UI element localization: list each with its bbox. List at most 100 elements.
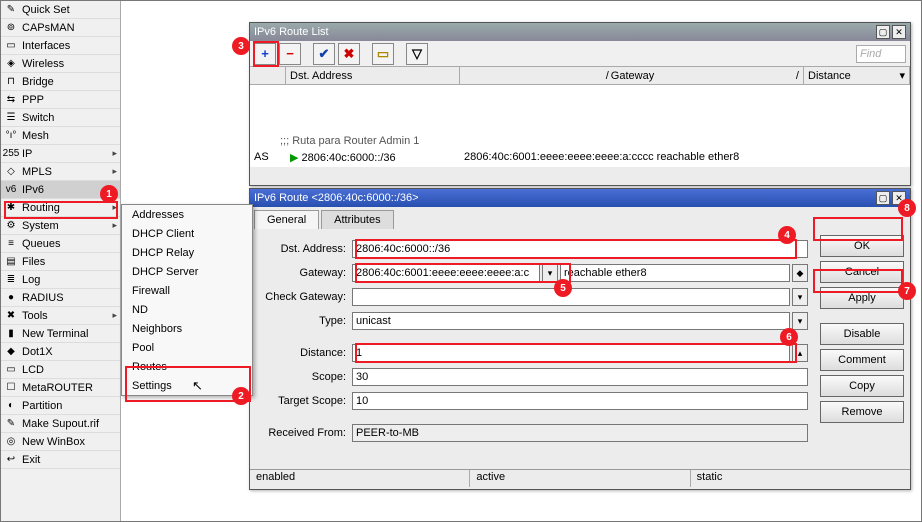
sidebar-item-mesh[interactable]: °ı°Mesh [1, 127, 120, 145]
sidebar-icon: ⚙ [4, 219, 18, 233]
route-detail-titlebar[interactable]: IPv6 Route <2806:40c:6000::/36> ▢ ✕ [250, 189, 910, 207]
ipv6-submenu: AddressesDHCP ClientDHCP RelayDHCP Serve… [121, 204, 253, 396]
dst-address-input[interactable]: 2806:40c:6000::/36 [352, 240, 808, 258]
sidebar-item-ppp[interactable]: ⇆ PPP [1, 91, 120, 109]
sidebar-item-label: IP [22, 148, 32, 160]
chevron-down-icon[interactable]: ▾ [792, 288, 808, 306]
gateway-input[interactable]: 2806:40c:6001:eeee:eeee:eeee:a:c [352, 264, 540, 282]
copy-button[interactable]: Copy [820, 375, 904, 397]
minimize-icon[interactable]: ▢ [876, 191, 890, 205]
comment-button[interactable]: ▭ [372, 43, 394, 65]
submenu-item-pool[interactable]: Pool [122, 338, 252, 357]
sidebar-item-system[interactable]: ⚙System▸ [1, 217, 120, 235]
sidebar-item-mpls[interactable]: ◇MPLS▸ [1, 163, 120, 181]
sidebar-item-radius[interactable]: ●RADIUS [1, 289, 120, 307]
ok-button[interactable]: OK [820, 235, 904, 257]
submenu-item-neighbors[interactable]: Neighbors [122, 319, 252, 338]
cancel-button[interactable]: Cancel [820, 261, 904, 283]
cursor-icon: ↖ [192, 378, 203, 394]
tab-attributes[interactable]: Attributes [321, 210, 393, 229]
sidebar-icon: ◎ [4, 435, 18, 449]
sidebar-item-label: Make Supout.rif [22, 418, 99, 430]
remove-button[interactable]: − [279, 43, 301, 65]
gateway-state: reachable ether8 [560, 264, 790, 282]
sidebar-item-label: MPLS [22, 166, 52, 178]
target-scope-input[interactable]: 10 [352, 392, 808, 410]
badge-3: 3 [232, 37, 250, 55]
add-button[interactable]: + [254, 43, 276, 65]
sidebar-item-routing[interactable]: ✱Routing▸ [1, 199, 120, 217]
sidebar-item-dot1x[interactable]: ◆Dot1X [1, 343, 120, 361]
route-list-toolbar: + − ✔ ✖ ▭ ▽ Find [250, 41, 910, 67]
sidebar-item-capsman[interactable]: ⊚CAPsMAN [1, 19, 120, 37]
sidebar-item-log[interactable]: ≣Log [1, 271, 120, 289]
comment-detail-button[interactable]: Comment [820, 349, 904, 371]
sidebar-item-label: Switch [22, 112, 54, 124]
find-input[interactable]: Find [856, 45, 906, 63]
spinner-up-icon[interactable]: ▴ [792, 344, 808, 362]
sidebar-icon: ◐ [4, 399, 18, 413]
sidebar-icon: ✱ [4, 201, 18, 215]
sidebar-item-queues[interactable]: ≡Queues [1, 235, 120, 253]
submenu-item-firewall[interactable]: Firewall [122, 281, 252, 300]
submenu-item-dhcp-server[interactable]: DHCP Server [122, 262, 252, 281]
apply-button[interactable]: Apply [820, 287, 904, 309]
sidebar-icon: v6 [4, 183, 18, 197]
sidebar-item-quick-set[interactable]: ✎Quick Set [1, 1, 120, 19]
type-input[interactable]: unicast [352, 312, 790, 330]
distance-input[interactable]: 1 [352, 344, 790, 362]
badge-6: 6 [780, 328, 798, 346]
grid-body[interactable]: ;;; Ruta para Router Admin 1 AS ▶2806:40… [250, 85, 910, 167]
sidebar-item-label: Mesh [22, 130, 49, 142]
minimize-icon[interactable]: ▢ [876, 25, 890, 39]
scope-input[interactable]: 30 [352, 368, 808, 386]
submenu-item-dhcp-relay[interactable]: DHCP Relay [122, 243, 252, 262]
sidebar-item-label: Wireless [22, 58, 64, 70]
sidebar-icon: ● [4, 291, 18, 305]
col-dst[interactable]: Dst. Address [286, 67, 460, 84]
sidebar-item-files[interactable]: ▤Files [1, 253, 120, 271]
sidebar-item-bridge[interactable]: ⊓Bridge [1, 73, 120, 91]
sidebar-item-label: PPP [22, 94, 44, 106]
gateway-spinner-icon[interactable]: ◆ [792, 264, 808, 282]
sidebar-item-label: Tools [22, 310, 48, 322]
status-active: active [470, 470, 690, 487]
sidebar-item-exit[interactable]: ↩Exit [1, 451, 120, 469]
sidebar-icon: ▤ [4, 255, 18, 269]
col-distance[interactable]: Distance▾ [804, 67, 910, 84]
sidebar-item-tools[interactable]: ✖Tools▸ [1, 307, 120, 325]
gateway-dropdown-icon[interactable]: ▾ [542, 264, 558, 282]
chevron-down-icon[interactable]: ▾ [792, 312, 808, 330]
badge-5: 5 [554, 279, 572, 297]
submenu-item-addresses[interactable]: Addresses [122, 205, 252, 224]
sidebar-item-switch[interactable]: ☰Switch [1, 109, 120, 127]
close-icon[interactable]: ✕ [892, 25, 906, 39]
sidebar-item-new-winbox[interactable]: ◎New WinBox [1, 433, 120, 451]
sidebar-item-metarouter[interactable]: ☐MetaROUTER [1, 379, 120, 397]
remove-detail-button[interactable]: Remove [820, 401, 904, 423]
sidebar-item-label: Log [22, 274, 40, 286]
disable-button[interactable]: ✖ [338, 43, 360, 65]
sidebar-icon: ▮ [4, 327, 18, 341]
sidebar-item-lcd[interactable]: ▭LCD [1, 361, 120, 379]
filter-button[interactable]: ▽ [406, 43, 428, 65]
row-flags: AS [250, 151, 286, 163]
sidebar-item-interfaces[interactable]: ▭Interfaces [1, 37, 120, 55]
sidebar-icon: ⊚ [4, 21, 18, 35]
sidebar-icon: ⇆ [4, 93, 18, 107]
table-row[interactable]: AS ▶2806:40c:6000::/36 2806:40c:6001:eee… [250, 149, 910, 165]
disable-detail-button[interactable]: Disable [820, 323, 904, 345]
route-list-titlebar[interactable]: IPv6 Route List ▢ ✕ [250, 23, 910, 41]
enable-button[interactable]: ✔ [313, 43, 335, 65]
tab-general[interactable]: General [254, 210, 319, 229]
received-from: PEER-to-MB [352, 424, 808, 442]
sidebar-item-make-supout-rif[interactable]: ✎Make Supout.rif [1, 415, 120, 433]
sidebar-item-new-terminal[interactable]: ▮New Terminal [1, 325, 120, 343]
submenu-item-routes[interactable]: Routes [122, 357, 252, 376]
sidebar-item-ip[interactable]: 255IP▸ [1, 145, 120, 163]
submenu-item-nd[interactable]: ND [122, 300, 252, 319]
submenu-item-dhcp-client[interactable]: DHCP Client [122, 224, 252, 243]
sidebar-item-wireless[interactable]: ◈Wireless [1, 55, 120, 73]
sidebar-item-partition[interactable]: ◐Partition [1, 397, 120, 415]
col-gateway[interactable]: /Gateway/ [460, 67, 804, 84]
